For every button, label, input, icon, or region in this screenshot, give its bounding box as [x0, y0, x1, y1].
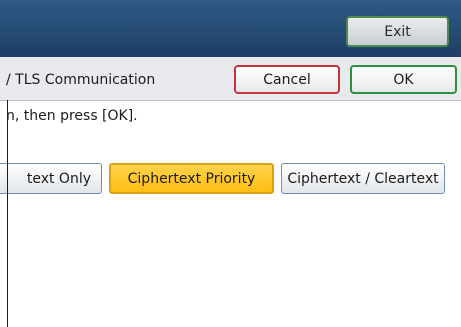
instruction-text: n, then press [OK]. [6, 108, 138, 124]
dialog-title-bar: / TLS Communication Cancel OK [0, 57, 461, 101]
exit-button[interactable]: Exit [346, 16, 449, 47]
option-ciphertext-cleartext-button[interactable]: Ciphertext / Cleartext [281, 163, 445, 194]
cancel-button[interactable]: Cancel [234, 65, 340, 94]
dialog-title: / TLS Communication [6, 72, 156, 88]
option-ciphertext-only-button[interactable]: text Only [0, 163, 102, 194]
option-ciphertext-priority-button[interactable]: Ciphertext Priority [109, 163, 274, 194]
left-divider [7, 100, 8, 327]
ok-button[interactable]: OK [350, 65, 457, 94]
top-bar: Exit [0, 0, 461, 57]
